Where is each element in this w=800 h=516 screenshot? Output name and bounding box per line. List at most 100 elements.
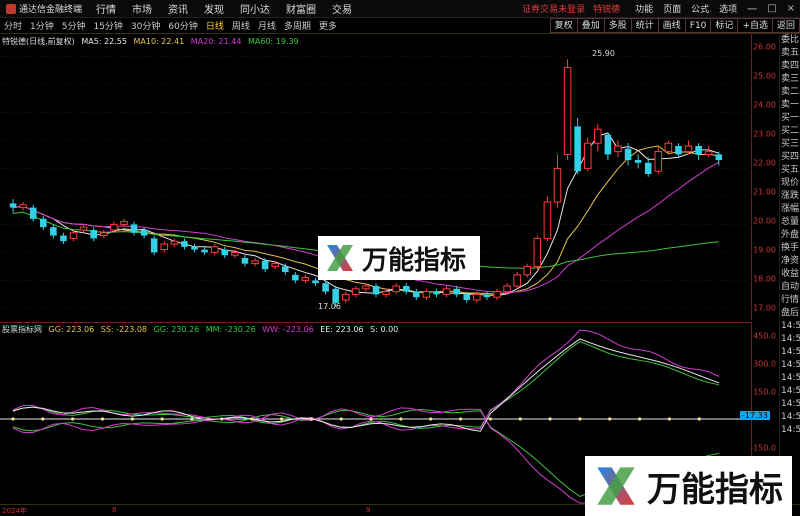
menu-item-tongxiaoda[interactable]: 同小达 (232, 1, 278, 16)
side-sell4[interactable]: 卖四 (780, 60, 800, 73)
menu-item-jiaoyi[interactable]: 交易 (324, 1, 360, 16)
candle[interactable] (372, 283, 380, 298)
side-sell3[interactable]: 卖三 (780, 73, 800, 86)
side-sell1[interactable]: 卖一 (780, 99, 800, 112)
overlay-button[interactable]: 叠加 (576, 18, 605, 33)
candle[interactable] (433, 288, 440, 298)
candle[interactable] (513, 272, 521, 289)
candle[interactable] (644, 157, 652, 177)
login-warning[interactable]: 证券交易未登录 (518, 2, 589, 15)
side-buy5[interactable]: 买五 (780, 164, 800, 177)
candle[interactable] (553, 154, 562, 208)
menu-yemian[interactable]: 页面 (658, 2, 686, 15)
candle[interactable] (210, 244, 219, 256)
menu-item-hangqing[interactable]: 行情 (88, 1, 124, 16)
candle[interactable] (594, 123, 602, 152)
candle[interactable] (533, 235, 542, 270)
side-market[interactable]: 行情 (780, 294, 800, 307)
candle[interactable] (292, 272, 299, 284)
side-weibi[interactable]: 委比 (780, 34, 800, 47)
tab-60min[interactable]: 60分钟 (164, 19, 201, 32)
candle[interactable] (341, 291, 350, 303)
side-after-hours[interactable]: 盘后 (780, 307, 800, 320)
candle[interactable] (100, 230, 108, 239)
side-buy1[interactable]: 买一 (780, 112, 800, 125)
candle[interactable] (352, 286, 360, 298)
candle[interactable] (695, 143, 702, 160)
candle[interactable] (79, 224, 88, 233)
side-buy3[interactable]: 买三 (780, 138, 800, 151)
menu-gongshi[interactable]: 公式 (686, 2, 714, 15)
candle[interactable] (201, 246, 208, 256)
candle[interactable] (261, 258, 269, 272)
candle[interactable] (160, 241, 169, 253)
candle[interactable] (675, 143, 682, 158)
side-buy2[interactable]: 买二 (780, 125, 800, 138)
candle[interactable] (221, 246, 229, 258)
side-auto[interactable]: 自动 (780, 281, 800, 294)
candle[interactable] (392, 283, 400, 295)
candle[interactable] (130, 221, 138, 236)
candle[interactable] (442, 286, 451, 298)
candle[interactable] (422, 288, 431, 300)
candle[interactable] (704, 146, 713, 158)
side-buy4[interactable]: 买四 (780, 151, 800, 164)
candle[interactable] (191, 244, 198, 253)
menu-gongneng[interactable]: 功能 (630, 2, 658, 15)
candle[interactable] (402, 283, 410, 295)
candle[interactable] (614, 140, 622, 158)
tab-daily[interactable]: 日线 (202, 19, 228, 32)
back-button[interactable]: 返回 (771, 18, 800, 33)
menu-item-caifuquan[interactable]: 财富圈 (278, 1, 324, 16)
tab-fenshi[interactable]: 分时 (0, 19, 26, 32)
candle[interactable] (150, 235, 158, 256)
multi-stock-button[interactable]: 多股 (603, 18, 632, 33)
candle[interactable] (271, 260, 279, 270)
candle[interactable] (50, 224, 57, 239)
candle[interactable] (574, 118, 581, 174)
tab-weekly[interactable]: 周线 (228, 19, 254, 32)
candle[interactable] (563, 59, 572, 160)
candle[interactable] (583, 137, 592, 172)
candle[interactable] (140, 227, 148, 239)
tab-5min[interactable]: 5分钟 (58, 19, 90, 32)
candle[interactable] (634, 154, 642, 169)
mark-button[interactable]: 标记 (710, 18, 739, 33)
candle[interactable] (483, 291, 491, 300)
close-button[interactable]: × (782, 3, 800, 14)
fuquan-button[interactable]: 复权 (549, 18, 578, 33)
menu-item-zixun[interactable]: 资讯 (160, 1, 196, 16)
candle[interactable] (40, 216, 47, 230)
maximize-button[interactable]: □ (762, 3, 781, 14)
side-sell5[interactable]: 卖五 (780, 47, 800, 60)
tab-multi-period[interactable]: 多周期 (280, 19, 315, 32)
candle[interactable] (523, 263, 532, 278)
menu-xuanxiang[interactable]: 选项 (714, 2, 742, 15)
candle[interactable] (241, 255, 249, 267)
candle[interactable] (9, 199, 17, 214)
stats-button[interactable]: 统计 (630, 18, 659, 33)
candle[interactable] (604, 132, 612, 160)
f10-button[interactable]: F10 (684, 18, 712, 33)
candle[interactable] (301, 274, 310, 284)
tab-1min[interactable]: 1分钟 (26, 19, 58, 32)
menu-item-shichang[interactable]: 市场 (124, 1, 160, 16)
candle[interactable] (19, 202, 27, 211)
candle[interactable] (29, 204, 37, 222)
candle[interactable] (181, 238, 188, 250)
candle[interactable] (382, 288, 390, 298)
tab-monthly[interactable]: 月线 (254, 19, 280, 32)
tab-more[interactable]: 更多 (315, 19, 341, 32)
candle[interactable] (251, 258, 259, 267)
draw-line-button[interactable]: 画线 (657, 18, 686, 33)
candle[interactable] (543, 196, 552, 242)
tab-15min[interactable]: 15分钟 (89, 19, 126, 32)
candle[interactable] (654, 146, 663, 174)
tab-30min[interactable]: 30分钟 (127, 19, 164, 32)
candle[interactable] (413, 288, 420, 300)
candle[interactable] (90, 227, 97, 242)
minimize-button[interactable]: 一 (742, 1, 762, 16)
menu-item-faxian[interactable]: 发现 (196, 1, 232, 16)
candle[interactable] (493, 288, 501, 300)
candle[interactable] (170, 238, 179, 247)
